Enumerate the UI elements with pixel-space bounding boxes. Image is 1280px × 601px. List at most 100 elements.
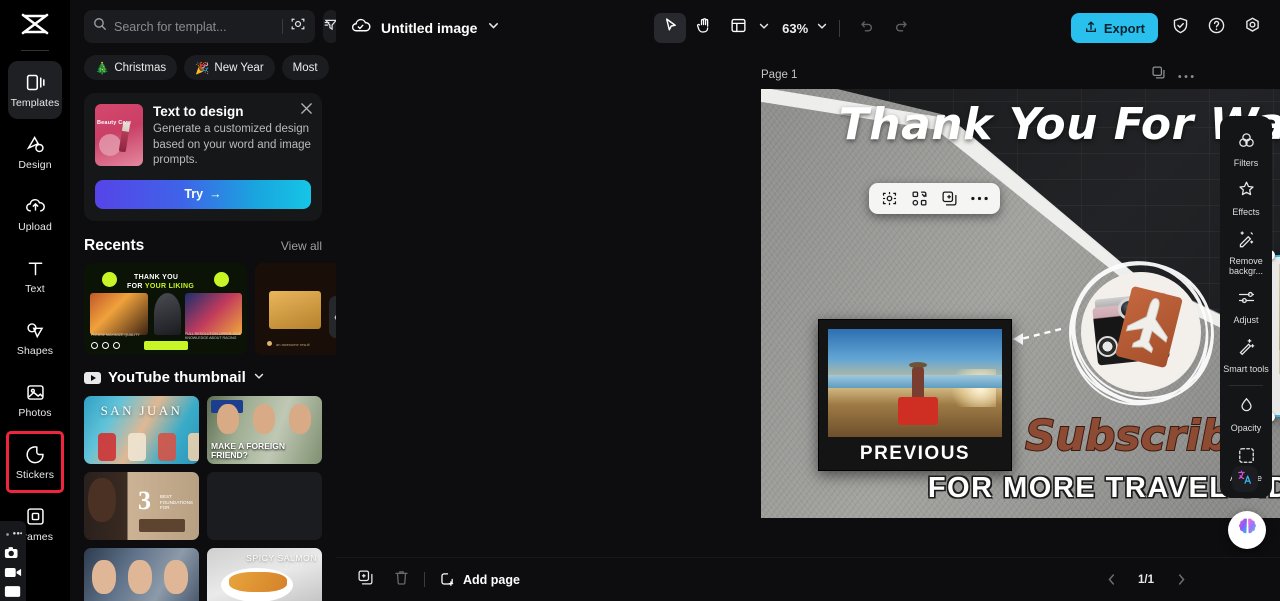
chip-new-year[interactable]: 🎉 New Year: [184, 55, 275, 80]
ai-assistant-button[interactable]: [1228, 511, 1266, 549]
add-page-button[interactable]: Add page: [439, 570, 520, 590]
recent-card[interactable]: TH F LTA an awesome result: [255, 262, 336, 355]
duplicate-page-icon[interactable]: [1151, 65, 1166, 85]
opacity-icon: [1237, 396, 1256, 420]
section-title: YouTube thumbnail: [108, 369, 246, 387]
shield-button[interactable]: [1166, 14, 1194, 42]
view-all-link[interactable]: View all: [281, 239, 322, 253]
right-item-label: Effects: [1232, 207, 1260, 218]
more-options-icon[interactable]: [967, 187, 992, 210]
prev-page-button[interactable]: [1098, 567, 1124, 593]
sidebar-item-photos[interactable]: Photos: [8, 371, 62, 429]
remove-background-icon: [1237, 229, 1256, 253]
travel-camera-sticker[interactable]: [1065, 256, 1217, 408]
chevron-down-icon[interactable]: [487, 19, 500, 37]
tile-caption: SAN JUAN: [100, 402, 183, 418]
chip-most[interactable]: Most: [281, 55, 329, 80]
sidebar-item-upload[interactable]: Upload: [8, 185, 62, 243]
lipstick-shape: [118, 121, 131, 153]
screen-record-icon[interactable]: [4, 584, 22, 598]
page-bar: Page 1: [761, 63, 1194, 87]
template-tile[interactable]: MAKE A FOREIGN FRIEND?: [207, 395, 322, 464]
close-icon[interactable]: [300, 102, 313, 120]
search-input[interactable]: [114, 19, 275, 34]
sidebar-item-stickers[interactable]: Stickers: [6, 431, 64, 493]
right-properties-panel: Filters Effects Remove backgr... Adjust …: [1220, 116, 1272, 498]
replace-image-icon[interactable]: [907, 187, 932, 210]
camera-icon[interactable]: [4, 546, 22, 560]
hand-tool[interactable]: [688, 13, 720, 43]
duplicate-page-button[interactable]: [352, 567, 378, 593]
try-button[interactable]: Try →: [95, 179, 311, 209]
right-item-remove-background[interactable]: Remove backgr...: [1222, 223, 1270, 281]
layout-tool[interactable]: [722, 13, 754, 43]
tile-caption: 3: [138, 485, 152, 515]
right-item-opacity[interactable]: Opacity: [1222, 390, 1270, 438]
template-tile[interactable]: SAN JUAN: [84, 395, 199, 464]
youtube-icon: [84, 371, 101, 384]
tile-script: [139, 518, 186, 532]
right-item-label: Smart tools: [1223, 364, 1269, 375]
chevron-down-icon[interactable]: [253, 369, 265, 387]
image-search-icon[interactable]: [290, 16, 306, 37]
promo-description: Generate a customized design based on yo…: [153, 123, 311, 167]
sidebar-item-design[interactable]: Design: [8, 123, 62, 181]
recents-title: Recents: [84, 236, 145, 254]
design-title-text[interactable]: Thank You For Watching: [761, 99, 1280, 150]
sidebar-item-templates[interactable]: Templates: [8, 61, 62, 119]
subscribe-text[interactable]: Subscribe: [761, 410, 1280, 461]
tile-subcaption: RECIPE: [282, 563, 313, 570]
more-options-icon[interactable]: [4, 527, 22, 541]
video-camera-icon[interactable]: [4, 565, 22, 579]
redo-button[interactable]: [885, 13, 917, 43]
delete-icon: [393, 569, 410, 591]
search-box[interactable]: [84, 10, 315, 43]
undo-button[interactable]: [851, 13, 883, 43]
crop-icon[interactable]: [877, 187, 902, 210]
duplicate-icon[interactable]: [937, 187, 962, 210]
right-item-adjust[interactable]: Adjust: [1222, 282, 1270, 330]
panel-collapse-icon[interactable]: [329, 296, 336, 338]
delete-button[interactable]: [388, 567, 414, 593]
zoom-level[interactable]: 63%: [782, 21, 808, 36]
template-tile-empty[interactable]: [207, 471, 322, 540]
settings-button[interactable]: [1238, 14, 1266, 42]
design-icon: [24, 134, 46, 156]
export-button[interactable]: Export: [1070, 13, 1158, 43]
left-tool-rail: Templates Design Upload Text Shapes Phot…: [0, 0, 70, 601]
ai-brain-icon: [1236, 516, 1259, 544]
rail-divider: [21, 50, 49, 51]
filter-button[interactable]: [323, 10, 336, 43]
document-title[interactable]: Untitled image: [381, 20, 477, 36]
youtube-thumbnail-header[interactable]: YouTube thumbnail: [70, 355, 336, 396]
add-page-label: Add page: [463, 572, 520, 587]
chip-christmas[interactable]: 🎄 Christmas: [84, 55, 178, 80]
chevron-down-icon[interactable]: [758, 19, 770, 37]
text-to-design-card: Beauty Care Text to design Generate a cu…: [84, 93, 322, 221]
template-tile[interactable]: 3 BEST FOUNDATIONS FOR: [84, 471, 199, 540]
adjust-icon: [1237, 288, 1256, 312]
zoom-chevron-down-icon[interactable]: [816, 19, 828, 37]
sidebar-item-shapes[interactable]: Shapes: [8, 309, 62, 367]
arrow-right-icon: →: [209, 187, 222, 202]
next-photo-element[interactable]: NEXT: [1265, 250, 1280, 422]
template-tile[interactable]: SPICY SALMON RECIPE: [207, 547, 322, 601]
select-tool[interactable]: [654, 13, 687, 43]
next-page-button[interactable]: [1168, 567, 1194, 593]
right-item-filters[interactable]: Filters: [1222, 125, 1270, 173]
sidebar-item-text[interactable]: Text: [8, 247, 62, 305]
topbar-left: Untitled image: [350, 15, 500, 41]
more-options-icon[interactable]: [1178, 66, 1194, 84]
right-item-effects[interactable]: Effects: [1222, 174, 1270, 222]
search-icon: [93, 17, 107, 36]
recent-card-line1: THANK YOU: [134, 273, 179, 281]
duplicate-page-icon: [357, 569, 374, 591]
help-button[interactable]: [1202, 14, 1230, 42]
recent-card[interactable]: THANK YOU FOR YOUR LIKING PLEASE MAXIMIZ…: [84, 262, 247, 355]
translate-button[interactable]: [1232, 466, 1258, 492]
subscribe-subtext[interactable]: FOR MORE TRAVEL VIDEOS: [761, 472, 1280, 505]
right-item-smart-tools[interactable]: Smart tools: [1222, 331, 1270, 379]
capcut-logo-icon[interactable]: [15, 8, 55, 42]
template-tile[interactable]: [84, 547, 199, 601]
design-artboard[interactable]: Thank You For Watching: [761, 89, 1280, 518]
